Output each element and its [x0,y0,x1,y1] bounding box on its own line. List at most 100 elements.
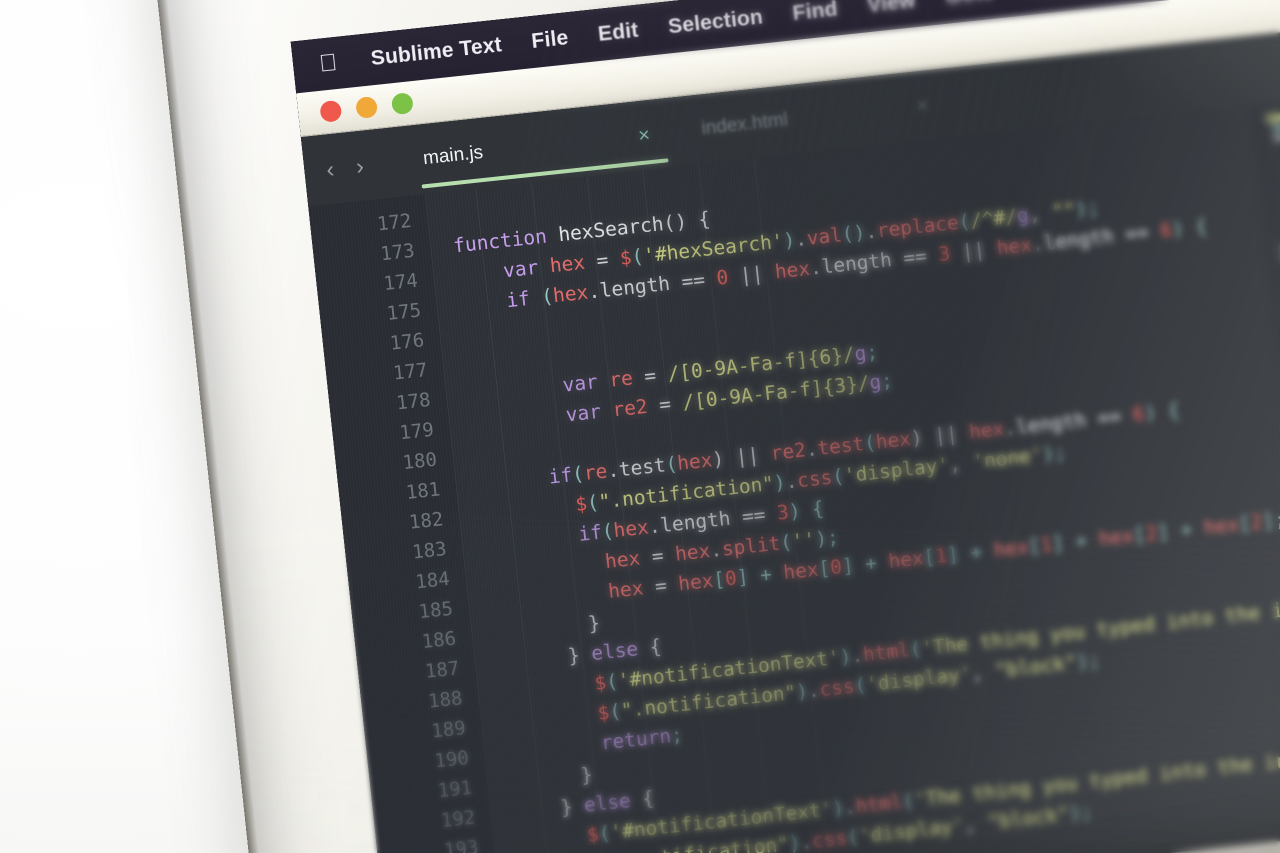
tab-label: main.js [422,141,485,170]
code-token: var [501,254,552,283]
code-token: ] + [1155,516,1206,545]
code-token: hex [1202,512,1241,540]
code-token: hex [773,256,812,284]
code-token: re [608,366,634,392]
nav-back-icon[interactable]: ‹ [325,155,335,183]
menu-item-selection[interactable]: Selection [667,5,764,39]
code-token: ); [1074,195,1100,222]
code-token: () [840,220,867,247]
code-token: "block" [993,650,1078,683]
code-token: hex [607,576,645,603]
code-token: ); [814,525,840,551]
code-token: ); [1067,799,1094,826]
code-token: == [1123,219,1162,247]
minimap-row [1273,162,1280,194]
code-token: .length [808,246,905,280]
code-token: ] + [735,561,785,590]
code-token: = [646,391,684,418]
code-token: ; [879,368,894,393]
tab-label: index.html [700,109,789,140]
code-token: || [727,260,777,289]
tab-close-icon[interactable]: × [637,124,651,148]
code-token: ) || [909,420,971,450]
menu-item-edit[interactable]: Edit [597,19,640,47]
zoom-window-button[interactable] [390,92,414,116]
code-token: /^#/ [969,204,1019,233]
menu-item-find[interactable]: Find [791,0,838,26]
code-token: = [583,246,622,274]
code-token: '' [790,527,817,554]
code-token: == [902,243,940,270]
code-token: hex [782,557,820,585]
code-editor[interactable]: 172 173 174 175 176 177 178 179 180 181 182 183 184 1… [308,81,1280,853]
code-token: if [505,285,543,313]
code-token: ) { [787,496,826,524]
code-token: hex [548,250,587,278]
code-token: re [582,459,609,485]
menu-item-file[interactable]: File [530,26,569,54]
code-token: var [561,368,611,397]
menu-item-tools[interactable]: Tools [1023,0,1081,1]
code-token: .length [1030,223,1127,257]
code-token: ) { [1143,398,1181,426]
code-token: css [810,826,849,853]
code-token: replace [875,210,960,243]
code-token: == [740,501,779,529]
code-token: ) || [711,442,772,472]
code-token: val [805,223,844,250]
apple-logo-icon[interactable]:  [318,49,342,78]
code-token: ; [669,723,684,748]
code-token: ] + [840,550,890,579]
code-token: hex [677,568,715,596]
code-token: , [970,659,996,685]
code-token: .length [1003,407,1099,440]
code-token: else [590,637,640,666]
code-token: var [564,398,614,427]
code-token: hex [992,535,1030,562]
code-token: , [962,811,989,837]
code-token: } [512,793,586,825]
code-token: hex [551,280,590,308]
code-token: .length [586,270,683,304]
code-token: test [816,432,866,460]
code-token: hex [1097,523,1136,551]
code-token: ]; [1261,507,1280,534]
code-token: == [680,266,718,294]
code-token: 'none' [971,443,1044,474]
code-token: hex [612,515,650,543]
menu-item-goto[interactable]: Goto [944,0,996,10]
minimize-window-button[interactable] [355,95,379,120]
code-token: html [861,638,911,667]
code-token: split [720,531,782,561]
code-token: { [629,786,656,812]
code-token: re2 [769,438,807,465]
code-token: css [818,674,856,702]
code-area[interactable]: function hexSearch() { var hex = $('#hex… [426,81,1280,853]
code-token: } [509,762,594,795]
code-token: hex [673,539,712,566]
code-token: = [638,542,677,570]
code-token: ) { [1170,214,1209,242]
code-token: else [582,788,632,817]
code-token: "block" [986,802,1071,835]
code-token: ] + [945,538,995,567]
close-window-button[interactable] [319,99,343,123]
code-token: hex [995,233,1034,260]
code-token: hex [968,417,1006,444]
tab-close-icon[interactable]: × [916,94,930,118]
code-token: { [636,634,663,661]
nav-forward-icon[interactable]: › [355,152,365,180]
menu-item-sublime-text[interactable]: Sublime Text [370,33,503,71]
code-token: html [854,790,904,818]
menu-item-view[interactable]: View [866,0,917,18]
code-token: () { [662,207,712,236]
laptop-screen:  Sublime Text File Edit Selection Find … [290,0,1280,853]
code-token: , [947,450,974,477]
code-token: , [1027,200,1054,227]
code-token: == [1096,403,1134,430]
code-token: || [948,236,999,265]
